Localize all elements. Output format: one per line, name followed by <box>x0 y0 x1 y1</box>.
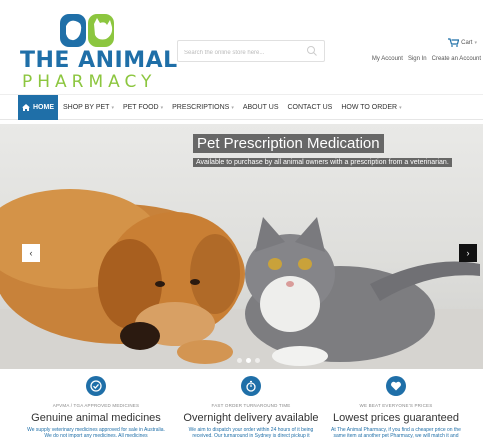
search-input[interactable] <box>178 43 298 63</box>
nav-item-pet-food[interactable]: PET FOOD ▾ <box>123 104 163 111</box>
feature-heading: Lowest prices guaranteed <box>333 412 459 424</box>
logo-text-line2: PHARMACY <box>22 72 157 92</box>
nav-items: SHOP BY PET ▾ PET FOOD ▾ PRESCRIPTIONS ▾… <box>63 95 411 120</box>
nav-item-prescriptions[interactable]: PRESCRIPTIONS ▾ <box>172 104 234 111</box>
nav-item-label: CONTACT US <box>287 104 333 111</box>
slider-prev-button[interactable]: ‹ <box>22 244 40 262</box>
nav-item-home[interactable]: HOME <box>18 95 58 120</box>
chevron-right-icon: › <box>466 248 470 258</box>
cart-icon <box>448 38 460 47</box>
feature-kicker: APVMA / TGA APPROVED MEDICINES <box>52 403 140 408</box>
chevron-down-icon: ▾ <box>111 104 114 111</box>
nav-item-label: PRESCRIPTIONS <box>172 104 230 111</box>
nav-home-label: HOME <box>33 104 54 111</box>
check-badge-icon <box>86 376 106 396</box>
home-icon <box>22 104 30 111</box>
hero-title: Pet Prescription Medication <box>193 134 384 153</box>
cart-link[interactable]: Cart ▾ <box>448 38 477 47</box>
feature-kicker: FAST ORDER TURNAROUND TIME <box>211 403 291 408</box>
my-account-link[interactable]: My Account <box>372 56 403 62</box>
feature-genuine-medicines: APVMA / TGA APPROVED MEDICINES Genuine a… <box>16 374 176 439</box>
cart-label: Cart <box>461 39 473 46</box>
feature-overnight-delivery: FAST ORDER TURNAROUND TIME Overnight del… <box>171 374 331 439</box>
nav-item-label: PET FOOD <box>122 104 159 111</box>
feature-body: At The Animal Pharmacy, if you find a ch… <box>331 427 461 439</box>
nav-item-label: HOW TO ORDER <box>341 104 398 111</box>
logo-pets-icon <box>60 14 114 47</box>
slider-next-button[interactable]: › <box>459 244 477 262</box>
feature-kicker: WE BEAT EVERYONE'S PRICES <box>359 403 433 408</box>
chevron-down-icon: ▾ <box>474 39 477 46</box>
main-nav: HOME SHOP BY PET ▾ PET FOOD ▾ PRESCRIPTI… <box>0 94 483 120</box>
site-header: THE ANIMAL PHARMACY Cart ▾ My Account Si… <box>0 0 483 92</box>
slider-dot[interactable] <box>255 358 260 363</box>
chevron-left-icon: ‹ <box>29 248 33 258</box>
stopwatch-icon <box>241 376 261 396</box>
account-links: My Account Sign In Create an Account <box>372 56 481 62</box>
chevron-down-icon: ▾ <box>231 104 234 111</box>
slider-dot-active[interactable] <box>246 358 251 363</box>
logo[interactable]: THE ANIMAL PHARMACY <box>18 12 177 92</box>
nav-item-label: ABOUT US <box>242 104 279 111</box>
heart-icon <box>386 376 406 396</box>
sign-in-link[interactable]: Sign In <box>408 56 427 62</box>
hero-subtitle: Available to purchase by all animal owne… <box>193 158 452 167</box>
nav-item-contact-us[interactable]: CONTACT US <box>287 104 332 111</box>
feature-heading: Overnight delivery available <box>183 412 319 424</box>
slider-dots <box>237 358 260 363</box>
slider-dot[interactable] <box>237 358 242 363</box>
hero-slider: Pet Prescription Medication Available to… <box>0 124 483 369</box>
nav-item-label: SHOP BY PET <box>63 104 110 111</box>
features-section: APVMA / TGA APPROVED MEDICINES Genuine a… <box>0 374 483 448</box>
nav-item-shop-by-pet[interactable]: SHOP BY PET ▾ <box>63 104 114 111</box>
feature-body: We supply veterinary medicines approved … <box>27 427 165 439</box>
nav-item-how-to-order[interactable]: HOW TO ORDER ▾ <box>341 104 401 111</box>
nav-item-about-us[interactable]: ABOUT US <box>243 104 279 111</box>
search-icon[interactable] <box>306 45 318 57</box>
feature-heading: Genuine animal medicines <box>31 412 161 424</box>
logo-text-line1: THE ANIMAL <box>20 48 178 73</box>
feature-body: We aim to dispatch your order within 24 … <box>188 427 314 439</box>
feature-lowest-prices: WE BEAT EVERYONE'S PRICES Lowest prices … <box>316 374 476 439</box>
create-account-link[interactable]: Create an Account <box>432 56 481 62</box>
chevron-down-icon: ▾ <box>160 104 164 111</box>
chevron-down-icon: ▾ <box>399 104 402 111</box>
search-box <box>177 40 325 63</box>
